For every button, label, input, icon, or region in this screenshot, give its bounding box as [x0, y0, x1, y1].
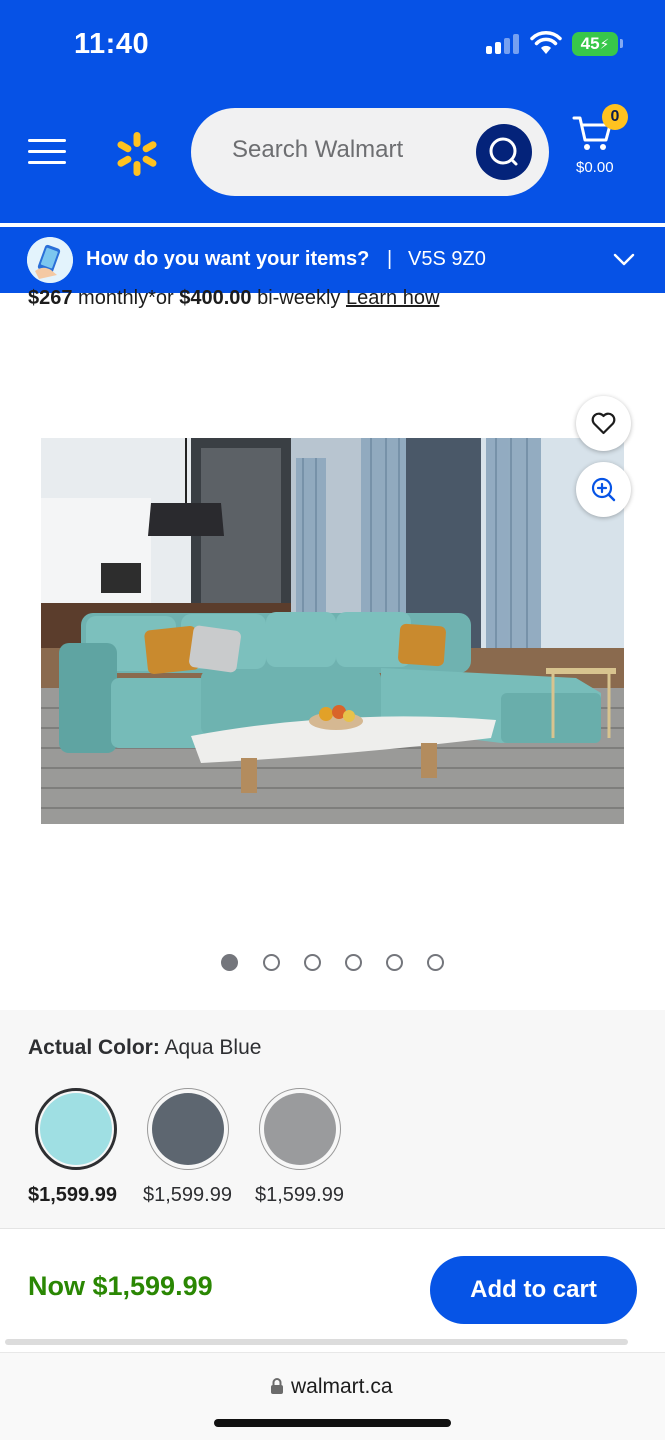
- color-label: Actual Color: Aqua Blue: [28, 1036, 261, 1060]
- monthly-text: monthly*or: [72, 287, 180, 309]
- delivery-phone-icon: [27, 237, 73, 283]
- url-text: walmart.ca: [291, 1375, 393, 1398]
- cart-button[interactable]: 0 $0.00: [570, 104, 630, 184]
- now-price: Now $1,599.99: [28, 1271, 213, 1301]
- carousel-dot[interactable]: [263, 954, 280, 971]
- swatch-price: $1,599.99: [28, 1184, 117, 1206]
- color-value: Aqua Blue: [164, 1036, 262, 1059]
- charging-bolt-icon: ⚡: [599, 36, 610, 52]
- favorite-button[interactable]: [576, 396, 631, 451]
- delivery-separator: |: [387, 248, 393, 270]
- add-to-cart-button[interactable]: Add to cart: [430, 1256, 637, 1324]
- hamburger-menu-icon[interactable]: [28, 135, 66, 167]
- search-placeholder: Search Walmart: [232, 136, 404, 163]
- cellular-signal-icon: [486, 34, 520, 54]
- cart-count-badge: 0: [602, 104, 628, 130]
- color-swatch-aqua-blue[interactable]: [35, 1088, 117, 1170]
- walmart-spark-icon[interactable]: [113, 130, 161, 178]
- delivery-selector[interactable]: How do you want your items? | V5S 9Z0: [0, 227, 665, 293]
- carousel-indicator: [221, 954, 451, 972]
- monthly-amount: $267: [28, 287, 73, 309]
- battery-level: 45: [580, 34, 600, 53]
- home-indicator: [214, 1419, 451, 1427]
- color-swatch-light-grey[interactable]: [259, 1088, 341, 1170]
- biweekly-text: bi-weekly: [251, 287, 346, 309]
- product-image[interactable]: [41, 438, 624, 824]
- zoom-in-icon: [591, 477, 616, 502]
- carousel-dot[interactable]: [386, 954, 403, 971]
- financing-info: $267 monthly*or $400.00 bi-weekly Learn …: [28, 287, 439, 310]
- search-icon: [489, 137, 518, 166]
- swatch-price: $1,599.99: [143, 1184, 232, 1206]
- status-bar: 11:40 45⚡: [0, 0, 665, 90]
- battery-indicator: 45⚡: [572, 32, 618, 56]
- delivery-question: How do you want your items?: [86, 248, 370, 270]
- lock-icon: [271, 1378, 283, 1394]
- learn-how-link[interactable]: Learn how: [346, 287, 439, 309]
- browser-url-bar[interactable]: walmart.ca: [0, 1352, 665, 1440]
- site-header: Search Walmart 0 $0.00: [0, 90, 665, 225]
- battery-nub: [620, 39, 623, 48]
- cart-total: $0.00: [576, 159, 614, 176]
- search-button[interactable]: [476, 124, 532, 180]
- scroll-indicator: [5, 1339, 628, 1345]
- wifi-icon: [530, 31, 562, 54]
- biweekly-amount: $400.00: [179, 287, 252, 309]
- heart-icon: [591, 412, 616, 435]
- carousel-dot[interactable]: [304, 954, 321, 971]
- carousel-dot[interactable]: [345, 954, 362, 971]
- color-swatch-dark-grey[interactable]: [147, 1088, 229, 1170]
- carousel-dot[interactable]: [427, 954, 444, 971]
- status-time: 11:40: [74, 28, 150, 60]
- product-page: 11:40 45⚡ Search Walmart 0 $0.00 How do …: [0, 0, 665, 1440]
- color-selector: Actual Color: Aqua Blue $1,599.99 $1,599…: [0, 1010, 665, 1228]
- delivery-postal-code: V5S 9Z0: [408, 248, 486, 270]
- swatch-price: $1,599.99: [255, 1184, 344, 1206]
- carousel-dot[interactable]: [221, 954, 238, 971]
- color-label-title: Actual Color:: [28, 1036, 160, 1059]
- buy-bar: Now $1,599.99 Add to cart: [0, 1228, 665, 1340]
- chevron-down-icon[interactable]: [612, 249, 636, 269]
- search-input[interactable]: Search Walmart: [191, 108, 549, 196]
- zoom-button[interactable]: [576, 462, 631, 517]
